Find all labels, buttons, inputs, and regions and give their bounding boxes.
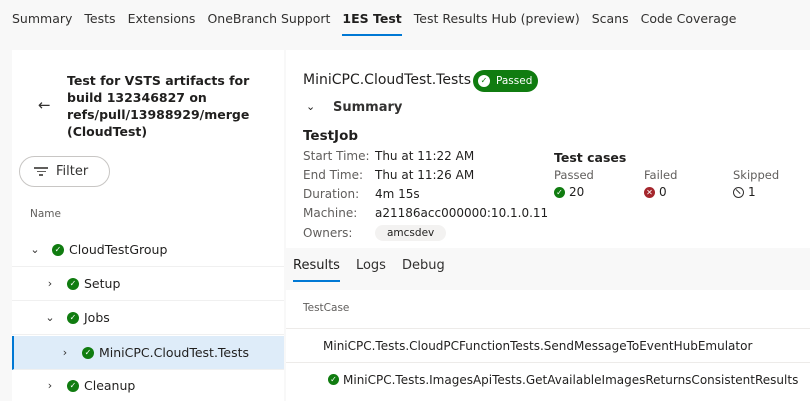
check-circle-icon: ✓ (52, 243, 64, 256)
result-tabs: Results Logs Debug (293, 258, 461, 282)
start-time-field: Start Time: Thu at 11:22 AM (303, 149, 474, 163)
tree-item-label: Jobs (84, 310, 110, 325)
test-tree-panel: ← Test for VSTS artifacts for build 1323… (12, 50, 284, 401)
check-circle-icon: ✓ (67, 379, 79, 392)
tab-summary[interactable]: Summary (12, 0, 72, 36)
failed-count-value: 0 (659, 185, 667, 199)
status-badge: ✓ Passed (473, 70, 538, 92)
end-time-field: End Time: Thu at 11:26 AM (303, 168, 474, 182)
field-key: End Time: (303, 168, 364, 182)
chevron-down-icon[interactable]: ⌄ (43, 311, 57, 324)
passed-count-value: 20 (569, 185, 585, 199)
check-circle-icon: ✓ (554, 186, 565, 198)
tree-item-label: Setup (84, 276, 121, 291)
filter-button[interactable]: Filter (19, 156, 110, 187)
skipped-label: Skipped (733, 168, 780, 182)
field-value: a21186acc000000:10.1.0.11 (375, 206, 549, 220)
tree-item-label: CloudTestGroup (69, 242, 168, 257)
tab-extensions[interactable]: Extensions (128, 0, 196, 36)
owner-chip[interactable]: amcsdev (375, 225, 447, 241)
table-row[interactable]: ✓ MiniCPC.Tests.ImagesApiTests.GetAvaila… (286, 362, 810, 396)
tab-scans[interactable]: Scans (592, 0, 629, 36)
tab-tests[interactable]: Tests (84, 0, 115, 36)
job-title: TestJob (303, 128, 359, 144)
tree-item-setup[interactable]: › ✓ Setup (12, 267, 284, 301)
testcase-label: MiniCPC.Tests.ImagesApiTests.GetAvailabl… (343, 372, 799, 387)
tree-item-label: MiniCPC.CloudTest.Tests (99, 345, 250, 360)
tree-item-jobs[interactable]: ⌄ ✓ Jobs (12, 301, 284, 335)
testcase-column-header: TestCase (303, 302, 350, 314)
field-value: Thu at 11:26 AM (375, 168, 475, 182)
tab-logs[interactable]: Logs (356, 258, 386, 282)
chevron-right-icon[interactable]: › (43, 277, 57, 290)
test-detail-panel: MiniCPC.CloudTest.Tests ✓ Passed ⌄ Summa… (286, 50, 810, 401)
test-name-heading: MiniCPC.CloudTest.Tests (303, 72, 472, 88)
field-key: Duration: (303, 187, 360, 201)
tree-item-label: Cleanup (84, 378, 136, 393)
tab-code-coverage[interactable]: Code Coverage (641, 0, 737, 36)
duration-field: Duration: 4m 15s (303, 187, 420, 201)
filter-label: Filter (56, 164, 89, 179)
failed-label: Failed (644, 168, 678, 182)
failed-count: ✕ 0 (644, 185, 667, 199)
field-key: Start Time: (303, 149, 370, 163)
tree-item-cleanup[interactable]: › ✓ Cleanup (12, 369, 284, 401)
summary-card: MiniCPC.CloudTest.Tests ✓ Passed ⌄ Summa… (286, 50, 810, 248)
check-circle-icon: ✓ (67, 277, 79, 290)
chevron-right-icon[interactable]: › (43, 379, 57, 392)
summary-section-title[interactable]: Summary (333, 100, 402, 115)
testcase-label: MiniCPC.Tests.CloudPCFunctionTests.SendM… (323, 338, 753, 353)
machine-field: Machine: a21186acc000000:10.1.0.11 (303, 206, 548, 220)
skipped-circle-icon (733, 186, 744, 198)
check-circle-icon: ✓ (478, 75, 490, 87)
tree-item-minicpc-cloudtest-tests[interactable]: › ✓ MiniCPC.CloudTest.Tests (12, 336, 284, 370)
results-table: TestCase MiniCPC.Tests.CloudPCFunctionTe… (286, 290, 810, 401)
tab-debug[interactable]: Debug (402, 258, 445, 282)
check-circle-icon: ✓ (328, 374, 339, 385)
check-circle-icon: ✓ (82, 346, 94, 359)
tab-results[interactable]: Results (293, 258, 340, 282)
filter-icon (34, 165, 48, 178)
field-value: Thu at 11:22 AM (375, 149, 475, 163)
field-key: Machine: (303, 206, 358, 220)
check-circle-icon: ✓ (67, 311, 79, 324)
skipped-count-value: 1 (748, 185, 756, 199)
passed-label: Passed (554, 168, 594, 182)
chevron-right-icon[interactable]: › (58, 346, 72, 359)
test-cases-title: Test cases (554, 150, 627, 165)
tab-1es-test[interactable]: 1ES Test (342, 0, 403, 36)
owners-field: Owners: amcsdev (303, 225, 447, 241)
tree-item-cloudtestgroup[interactable]: ⌄ ✓ CloudTestGroup (12, 233, 284, 267)
run-title: Test for VSTS artifacts for build 132346… (67, 73, 250, 139)
field-key: Owners: (303, 226, 353, 240)
top-tab-bar: Summary Tests Extensions OneBranch Suppo… (0, 0, 810, 36)
back-arrow-icon[interactable]: ← (38, 96, 51, 114)
skipped-count: 1 (733, 185, 756, 199)
error-circle-icon: ✕ (644, 186, 655, 198)
field-value: 4m 15s (375, 187, 420, 201)
table-row[interactable]: MiniCPC.Tests.CloudPCFunctionTests.SendM… (286, 328, 810, 362)
tab-test-results-hub[interactable]: Test Results Hub (preview) (414, 0, 580, 36)
chevron-down-icon[interactable]: ⌄ (306, 100, 315, 113)
name-column-header: Name (30, 208, 61, 220)
passed-count: ✓ 20 (554, 185, 584, 199)
chevron-down-icon[interactable]: ⌄ (28, 243, 42, 256)
status-label: Passed (496, 75, 533, 87)
tab-onebranch-support[interactable]: OneBranch Support (207, 0, 330, 36)
